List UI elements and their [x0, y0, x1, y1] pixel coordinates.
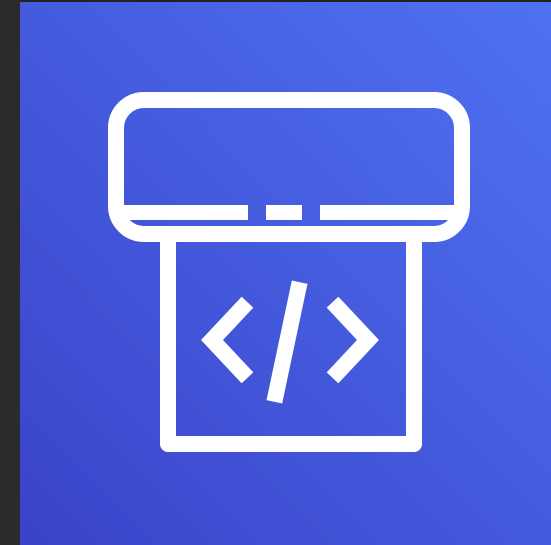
icon-viewer [0, 0, 551, 545]
icon-background [20, 2, 551, 545]
divider-line [124, 205, 454, 220]
left-dark-strip [0, 0, 20, 545]
icon-tile [20, 2, 551, 545]
cloud-development-device-icon [20, 2, 551, 545]
